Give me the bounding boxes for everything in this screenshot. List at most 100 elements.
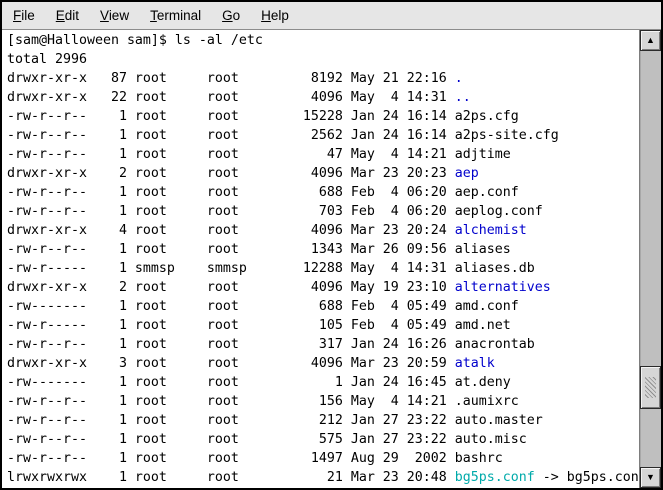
file-name: .aumixrc [455,394,519,409]
menu-help-label: H [261,8,271,23]
menu-file[interactable]: File [4,3,44,28]
file-meta: -rw-r--r-- 1 root root 575 Jan 27 23:22 [7,432,455,447]
file-name: auto.misc [455,432,527,447]
menu-go-label: G [222,8,233,23]
file-meta: -rw------- 1 root root 1 Jan 24 16:45 [7,375,455,390]
menu-edit-label: E [56,8,65,23]
menu-terminal-label-rest: erminal [157,8,201,23]
file-name: aep [455,166,479,181]
listing-line: drwxr-xr-x 2 root root 4096 Mar 23 20:23… [7,164,639,183]
listing-line: -rw-r--r-- 1 root root 1497 Aug 29 2002 … [7,449,639,468]
file-meta: -rw-r----- 1 root root 105 Feb 4 05:49 [7,318,455,333]
listing-line: -rw-r--r-- 1 root root 212 Jan 27 23:22 … [7,411,639,430]
menu-help-label-rest: elp [271,8,289,23]
menu-view[interactable]: View [91,3,138,28]
file-meta: -rw-r--r-- 1 root root 15228 Jan 24 16:1… [7,109,455,124]
file-meta: -rw-r--r-- 1 root root 1343 Mar 26 09:56 [7,242,455,257]
listing-line: drwxr-xr-x 22 root root 4096 May 4 14:31… [7,88,639,107]
content-area: [sam@Halloween sam]$ ls -al /etc total 2… [2,30,661,488]
file-name: a2ps.cfg [455,109,519,124]
symlink-target: -> bg5ps.conf [535,470,639,485]
file-name: aeplog.conf [455,204,543,219]
scroll-down-button[interactable]: ▼ [640,467,661,488]
file-meta: -rw-r--r-- 1 root root 212 Jan 27 23:22 [7,413,455,428]
scrollbar-thumb[interactable] [640,366,661,409]
listing-line: -rw-r--r-- 1 root root 156 May 4 14:21 .… [7,392,639,411]
listing-line: -rw-r--r-- 1 root root 15228 Jan 24 16:1… [7,107,639,126]
file-name: alchemist [455,223,527,238]
listing-line: -rw------- 1 root root 688 Feb 4 05:49 a… [7,297,639,316]
file-name: .. [455,90,471,105]
file-meta: -rw------- 1 root root 688 Feb 4 05:49 [7,299,455,314]
listing-line: -rw-r----- 1 smmsp smmsp 12288 May 4 14:… [7,259,639,278]
menu-file-label-rest: ile [21,8,35,23]
scrollbar-trough[interactable] [640,51,661,467]
file-meta: -rw-r----- 1 smmsp smmsp 12288 May 4 14:… [7,261,455,276]
total-line: total 2996 [7,50,639,69]
listing-line: -rw-r--r-- 1 root root 575 Jan 27 23:22 … [7,430,639,449]
file-name: adjtime [455,147,511,162]
menu-edit-label-rest: dit [65,8,79,23]
file-name: amd.conf [455,299,519,314]
menu-go[interactable]: Go [213,3,249,28]
down-arrow-icon: ▼ [646,473,655,482]
file-meta: -rw-r--r-- 1 root root 1497 Aug 29 2002 [7,451,455,466]
menu-bar: File Edit View Terminal Go Help [2,2,661,30]
file-meta: drwxr-xr-x 2 root root 4096 Mar 23 20:23 [7,166,455,181]
file-name: alternatives [455,280,551,295]
file-name: anacrontab [455,337,535,352]
file-meta: drwxr-xr-x 2 root root 4096 May 19 23:10 [7,280,455,295]
file-meta: -rw-r--r-- 1 root root 2562 Jan 24 16:14 [7,128,455,143]
file-meta: -rw-r--r-- 1 root root 156 May 4 14:21 [7,394,455,409]
listing-line: -rw-r--r-- 1 root root 47 May 4 14:21 ad… [7,145,639,164]
menu-help[interactable]: Help [252,3,298,28]
file-name: aep.conf [455,185,519,200]
menu-terminal-label: T [150,8,157,23]
file-name: auto.master [455,413,543,428]
file-meta: -rw-r--r-- 1 root root 688 Feb 4 06:20 [7,185,455,200]
file-meta: -rw-r--r-- 1 root root 317 Jan 24 16:26 [7,337,455,352]
vertical-scrollbar[interactable]: ▲ ▼ [639,30,661,488]
menu-view-label: V [100,8,109,23]
file-name: bashrc [455,451,503,466]
listing-line: -rw-r--r-- 1 root root 703 Feb 4 06:20 a… [7,202,639,221]
scrollbar-grip-icon [645,377,656,398]
file-name: aliases.db [455,261,535,276]
scroll-up-button[interactable]: ▲ [640,30,661,51]
menu-edit[interactable]: Edit [47,3,88,28]
file-name: at.deny [455,375,511,390]
up-arrow-icon: ▲ [646,36,655,45]
file-meta: -rw-r--r-- 1 root root 47 May 4 14:21 [7,147,455,162]
listing-line: -rw-r----- 1 root root 105 Feb 4 05:49 a… [7,316,639,335]
file-meta: drwxr-xr-x 87 root root 8192 May 21 22:1… [7,71,455,86]
listing-line: -rw-r--r-- 1 root root 1343 Mar 26 09:56… [7,240,639,259]
listing-line: lrwxrwxrwx 1 root root 21 Mar 23 20:48 b… [7,468,639,487]
menu-file-label: F [13,8,21,23]
file-meta: -rw-r--r-- 1 root root 703 Feb 4 06:20 [7,204,455,219]
menu-view-label-rest: iew [109,8,129,23]
listing-line: -rw-r--r-- 1 root root 317 Jan 24 16:26 … [7,335,639,354]
file-name: atalk [455,356,495,371]
file-meta: lrwxrwxrwx 1 root root 21 Mar 23 20:48 [7,470,455,485]
menu-go-label-rest: o [233,8,241,23]
listing-line: -rw-r--r-- 1 root root 688 Feb 4 06:20 a… [7,183,639,202]
listing-line: drwxr-xr-x 3 root root 4096 Mar 23 20:59… [7,354,639,373]
prompt-line: [sam@Halloween sam]$ ls -al /etc [7,31,639,50]
listing-line: drwxr-xr-x 4 root root 4096 Mar 23 20:24… [7,221,639,240]
menu-terminal[interactable]: Terminal [141,3,210,28]
listing-line: -rw------- 1 root root 1 Jan 24 16:45 at… [7,373,639,392]
file-name: amd.net [455,318,511,333]
listing-line: drwxr-xr-x 87 root root 8192 May 21 22:1… [7,69,639,88]
file-meta: drwxr-xr-x 22 root root 4096 May 4 14:31 [7,90,455,105]
listing-line: -rw-r--r-- 1 root root 2562 Jan 24 16:14… [7,126,639,145]
file-meta: drwxr-xr-x 4 root root 4096 Mar 23 20:24 [7,223,455,238]
file-name: aliases [455,242,511,257]
listing-line: drwxr-xr-x 2 root root 4096 May 19 23:10… [7,278,639,297]
file-name: bg5ps.conf [455,470,535,485]
terminal-window: File Edit View Terminal Go Help [sam@Hal… [0,0,663,490]
file-listing: drwxr-xr-x 87 root root 8192 May 21 22:1… [7,69,639,487]
file-meta: drwxr-xr-x 3 root root 4096 Mar 23 20:59 [7,356,455,371]
terminal-screen[interactable]: [sam@Halloween sam]$ ls -al /etc total 2… [2,30,639,488]
file-name: a2ps-site.cfg [455,128,559,143]
file-name: . [455,71,463,86]
